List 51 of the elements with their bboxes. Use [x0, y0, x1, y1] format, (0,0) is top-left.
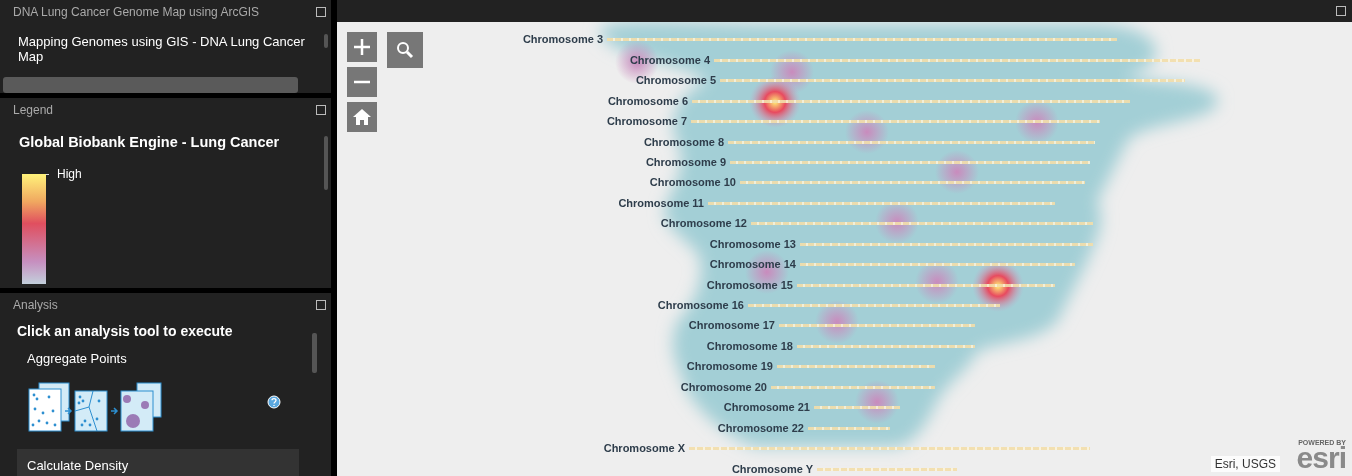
legend-label: High	[57, 167, 82, 181]
chromosome-label: Chromosome 5	[635, 74, 716, 86]
tool-name: Aggregate Points	[27, 351, 127, 366]
maximize-icon[interactable]	[316, 105, 326, 115]
chromosome-label: Chromosome Y	[731, 463, 813, 475]
chromosome-label: Chromosome 20	[680, 381, 767, 393]
app-description: Mapping Genomes using GIS - DNA Lung Cancer Map	[18, 34, 306, 64]
chromosome-label: Chromosome 16	[657, 299, 744, 311]
chromosome-label: Chromosome 21	[723, 401, 810, 413]
chromosome-label: Chromosome 6	[607, 95, 688, 107]
chromosome-label: Chromosome 18	[706, 340, 793, 352]
home-icon	[352, 108, 372, 126]
home-button[interactable]	[347, 102, 377, 132]
legend-layer-title: Global Biobank Engine - Lung Cancer	[19, 134, 281, 150]
chromosome-label: Chromosome X	[603, 442, 685, 454]
analysis-heading: Click an analysis tool to execute	[17, 323, 234, 339]
chromosome-label: Chromosome 8	[643, 136, 724, 148]
search-button[interactable]	[387, 32, 423, 68]
chromosome-label: Chromosome 7	[606, 115, 687, 127]
scrollbar-thumb[interactable]	[3, 77, 298, 93]
help-icon[interactable]	[267, 395, 281, 409]
panel-title: Analysis	[13, 298, 58, 312]
chromosome-label: Chromosome 9	[645, 156, 726, 168]
analysis-tool[interactable]: Aggregate Points	[17, 345, 299, 445]
chromosome-label: Chromosome 4	[629, 54, 710, 66]
map-attribution: Esri, USGS	[1210, 456, 1280, 472]
maximize-icon[interactable]	[1336, 6, 1346, 16]
maximize-icon[interactable]	[316, 300, 326, 310]
chromosome-label: Chromosome 22	[717, 422, 804, 434]
chromosome-label: Chromosome 3	[522, 33, 603, 45]
analysis-tool[interactable]: Calculate Density	[17, 449, 299, 476]
zoom-in-button[interactable]	[347, 32, 377, 62]
zoom-out-button[interactable]	[347, 67, 377, 97]
maximize-icon[interactable]	[316, 7, 326, 17]
tool-name: Calculate Density	[27, 458, 129, 473]
chromosome-label: Chromosome 11	[618, 197, 704, 209]
chromosome-label: Chromosome 10	[649, 176, 736, 188]
plus-icon	[353, 38, 371, 56]
search-icon	[396, 41, 414, 59]
chromosome-label: Chromosome 13	[709, 238, 796, 250]
chromosome-label: Chromosome 14	[709, 258, 796, 270]
chromosome-label: Chromosome 15	[706, 279, 793, 291]
chromosome-label: Chromosome 19	[686, 360, 773, 372]
minus-icon	[353, 80, 371, 84]
scrollbar-thumb[interactable]	[324, 136, 328, 190]
panel-title: DNA Lung Cancer Genome Map using ArcGIS	[13, 5, 260, 19]
scrollbar-thumb[interactable]	[324, 34, 328, 48]
chromosome-label: Chromosome 17	[688, 319, 775, 331]
scrollbar-thumb[interactable]	[312, 333, 317, 373]
chromosome-label: Chromosome 12	[660, 217, 747, 229]
panel-title: Legend	[13, 103, 54, 117]
